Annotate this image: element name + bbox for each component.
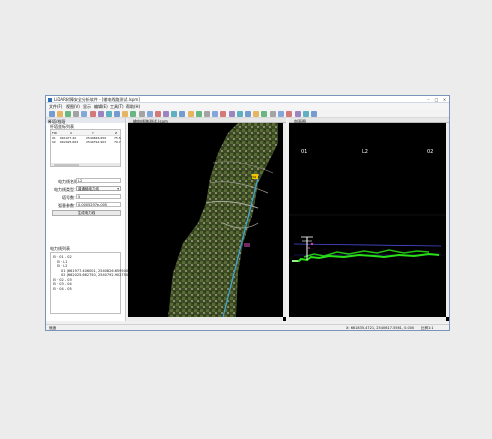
line-name-input[interactable]: L2 xyxy=(76,178,121,183)
powerline-tree: ⊟ · 01 - 02 ⊟ · L1 ⊟ · L2 01 (661977.406001… xyxy=(50,252,129,314)
tree-item[interactable]: ⊟ · 04 - 05 xyxy=(53,287,72,291)
warning-point xyxy=(308,247,310,249)
title-bar: LiDAR树障安全分析软件 - [输电线路测试.lspm] – □ × xyxy=(46,96,449,103)
vegetation-hotspot xyxy=(244,243,250,247)
delete-icon[interactable] xyxy=(261,110,267,117)
tower-label-start: 01 xyxy=(301,149,307,155)
profile-icon[interactable] xyxy=(163,110,169,117)
toolbar xyxy=(46,109,449,118)
refresh-icon[interactable] xyxy=(130,110,136,117)
count-input[interactable]: 5 xyxy=(76,194,121,199)
zoom-in-icon[interactable] xyxy=(98,110,104,117)
print-icon[interactable] xyxy=(73,110,79,117)
tree-item[interactable]: ⊟ · 01 - 02 xyxy=(53,255,72,259)
conductor-line xyxy=(293,243,442,247)
map-vertical-scrollbar[interactable] xyxy=(283,123,286,317)
settings-icon[interactable] xyxy=(295,110,301,117)
tree-item[interactable]: ⊟ · 03 - 04 xyxy=(53,282,72,286)
zoom-readout: 比例1:1 xyxy=(421,326,434,330)
line-label: L2 xyxy=(362,149,368,155)
profile-chart[interactable]: 01 L2 02 xyxy=(289,123,446,317)
table-scrollbar[interactable] xyxy=(51,163,120,166)
profile-horizontal-scrollbar[interactable] xyxy=(289,317,446,321)
point-cloud-map[interactable]: 02 xyxy=(128,123,283,317)
pan-icon[interactable] xyxy=(90,110,96,117)
stop-icon[interactable] xyxy=(270,110,276,117)
info-icon[interactable] xyxy=(171,110,177,117)
app-window: LiDAR树障安全分析软件 - [输电线路测试.lspm] – □ × 文件(F… xyxy=(45,95,450,331)
zoom-window-icon[interactable] xyxy=(122,110,128,117)
ruler-icon[interactable] xyxy=(204,110,210,117)
point-cloud-area xyxy=(168,123,278,317)
maximize-button[interactable]: □ xyxy=(434,97,439,102)
eye-icon[interactable] xyxy=(286,110,292,117)
tree-icon[interactable] xyxy=(229,110,235,117)
save-icon[interactable] xyxy=(65,110,71,117)
line-type-value: 普通输电力线 xyxy=(78,187,99,191)
table-cell: 662025.663 xyxy=(60,140,79,144)
map-horizontal-scrollbar[interactable] xyxy=(128,317,283,321)
filter-icon[interactable] xyxy=(237,110,243,117)
tree-item[interactable]: 01 (661977.406001, 2540826.659500) xyxy=(61,269,129,273)
warning-point xyxy=(310,242,314,246)
status-text: 就绪 xyxy=(49,326,56,330)
minimize-button[interactable]: – xyxy=(426,97,431,102)
status-bar: 就绪 X: 661835.4721, 2540617.5561, 0.000 比… xyxy=(46,324,449,330)
cursor-icon[interactable] xyxy=(179,110,185,117)
play-icon[interactable] xyxy=(303,110,309,117)
panel-close-button[interactable]: × xyxy=(48,119,123,124)
tower-table: FID X Y Z 01 661977.40 2540826.659 75.5 … xyxy=(50,129,121,167)
profile-view[interactable]: 剖面图 01 L2 02 xyxy=(289,118,449,321)
sag-input[interactable]: 0.0005297e-005 xyxy=(76,202,121,207)
zoom-out-icon[interactable] xyxy=(106,110,112,117)
point-cloud-icon[interactable] xyxy=(147,110,153,117)
table-cell: 02 xyxy=(52,140,56,144)
panel-header: 杆塔/档段 × xyxy=(46,118,125,124)
sag-label: 弧垂参数： xyxy=(58,203,78,208)
map-view[interactable]: 输电线路测试.lspm 02 xyxy=(128,118,286,321)
tree-item[interactable]: 02 (662025.662750, 2540792.902750) xyxy=(61,273,129,277)
column-header[interactable]: X xyxy=(70,131,72,135)
tower-panel: 杆塔/档段 × 杆塔坐标列表 FID X Y Z 01 661977.40 25… xyxy=(46,118,129,321)
globe-icon[interactable] xyxy=(253,110,259,117)
camera-icon[interactable] xyxy=(245,110,251,117)
table-cell: 79.7 xyxy=(114,140,121,144)
app-logo-icon xyxy=(48,97,52,102)
rotate-icon[interactable] xyxy=(196,110,202,117)
measure-icon[interactable] xyxy=(155,110,161,117)
report-icon[interactable] xyxy=(311,110,317,117)
coordinate-readout: X: 661835.4721, 2540617.5561, 0.000 xyxy=(346,326,415,330)
new-file-icon[interactable] xyxy=(49,110,55,117)
line-type-select[interactable]: 普通输电力线 ▾ xyxy=(76,186,121,191)
profile-vertical-scrollbar[interactable] xyxy=(446,123,449,317)
column-header[interactable]: FID xyxy=(52,131,57,135)
line-icon[interactable] xyxy=(220,110,226,117)
chevron-down-icon: ▾ xyxy=(117,187,119,191)
tower-label: 02 xyxy=(253,175,257,179)
column-header[interactable]: Y xyxy=(92,131,94,135)
cancel-icon[interactable] xyxy=(278,110,284,117)
scale-icon[interactable] xyxy=(212,110,218,117)
tree-item[interactable]: ⊟ · L2 xyxy=(57,264,67,268)
tree-item[interactable]: ⊟ · 02 - 03 xyxy=(53,278,72,282)
layers-icon[interactable] xyxy=(139,110,145,117)
column-header[interactable]: Z xyxy=(115,131,117,135)
close-button[interactable]: × xyxy=(442,97,447,102)
open-folder-icon[interactable] xyxy=(57,110,63,117)
generate-powerline-button[interactable]: 生成电力线 xyxy=(52,210,121,216)
zoom-extent-icon[interactable] xyxy=(114,110,120,117)
tree-item[interactable]: ⊟ · L1 xyxy=(57,260,67,264)
hand-icon[interactable] xyxy=(188,110,194,117)
line-type-label: 电力线类型： xyxy=(54,187,78,192)
select-icon[interactable] xyxy=(81,110,87,117)
tower-label-end: 02 xyxy=(427,149,433,155)
table-cell: 2540792.903 xyxy=(86,140,107,144)
